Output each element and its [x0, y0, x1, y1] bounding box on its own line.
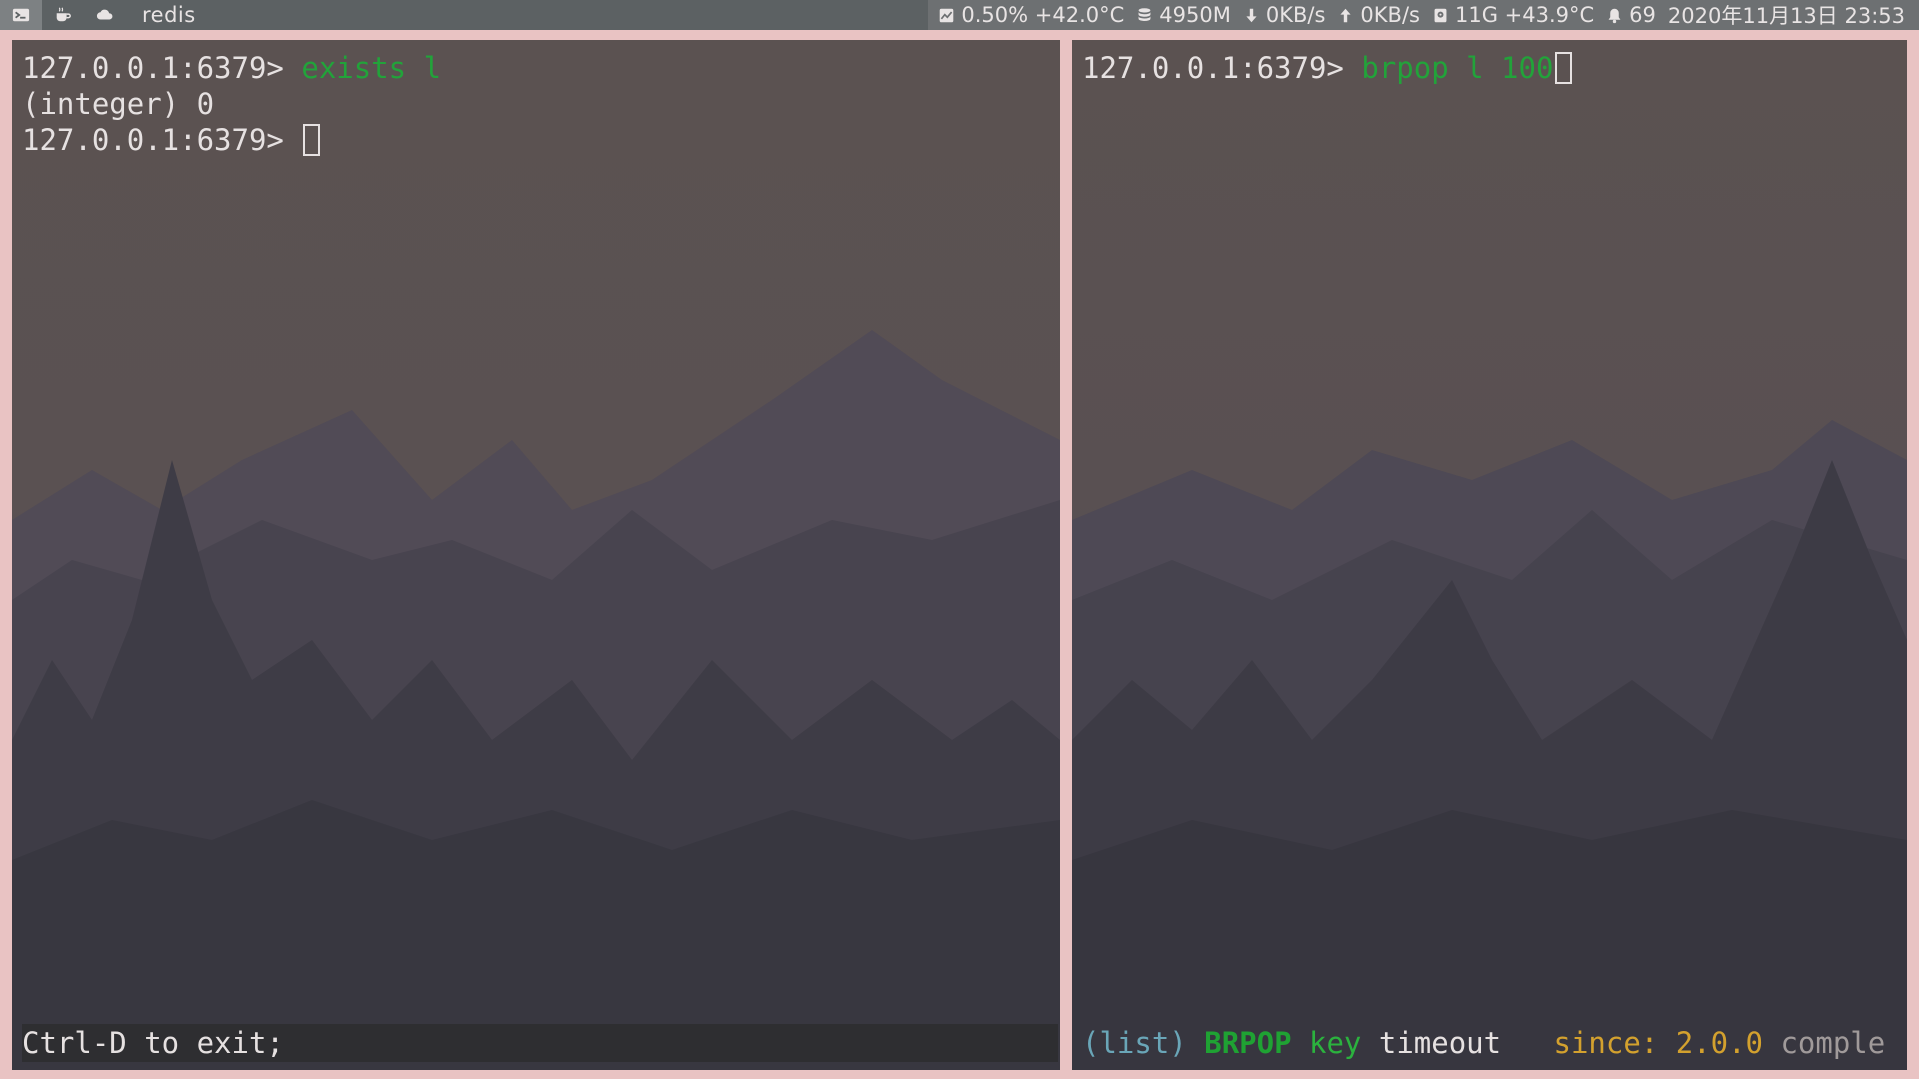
disk-status: 11G +43.9°C: [1432, 3, 1594, 27]
hint-bar-left: Ctrl-D to exit;: [22, 1024, 1058, 1062]
workspace-2[interactable]: [42, 0, 84, 30]
terminal-line: (integer) 0: [22, 86, 441, 122]
terminal-output-left: 127.0.0.1:6379> exists l (integer) 0 127.0…: [22, 50, 441, 158]
command-hint-bar: (list) BRPOP key timeout since: 2.0.0 co…: [1082, 1024, 1907, 1062]
cloud-icon: [96, 9, 113, 20]
prompt: 127.0.0.1:6379>: [1082, 51, 1362, 85]
command-output: (integer) 0: [22, 87, 215, 121]
datetime-text: 2020年11月13日 23:53: [1667, 4, 1905, 28]
net-up-text: 0KB/s: [1360, 3, 1420, 27]
coffee-icon: [56, 7, 71, 22]
memory-status: 4950M: [1136, 3, 1231, 27]
terminal-line[interactable]: 127.0.0.1:6379> brpop l 100: [1082, 50, 1573, 86]
system-tray: 0.50% +42.0°C 4950M 0KB/s 0KB/s 11G +43.…: [928, 0, 1919, 30]
hint-group-text: comple: [1780, 1026, 1886, 1060]
window-title: redis: [142, 3, 196, 27]
text-cursor: [303, 124, 321, 156]
memory-text: 4950M: [1159, 3, 1231, 27]
arrow-down-icon: [1246, 8, 1257, 22]
terminal-line: 127.0.0.1:6379> exists l: [22, 50, 441, 86]
clock[interactable]: 2020年11月13日 23:53: [1668, 0, 1905, 30]
command-input[interactable]: brpop l 100: [1361, 51, 1553, 85]
command-text: exists l: [301, 51, 442, 85]
workspace-3[interactable]: [84, 0, 126, 30]
hint-arg-timeout: timeout: [1378, 1026, 1502, 1060]
net-down-status: 0KB/s: [1243, 3, 1326, 27]
top-status-bar: redis 0.50% +42.0°C 4950M 0KB/s 0KB/s 11…: [0, 0, 1919, 30]
terminal-pane-left[interactable]: 127.0.0.1:6379> exists l (integer) 0 127.0…: [12, 40, 1060, 1070]
bell-icon: [1608, 8, 1621, 23]
wallpaper-background: [12, 40, 1060, 1070]
workspace-1[interactable]: [0, 0, 42, 30]
database-icon: [1138, 7, 1151, 21]
terminal-output-right: 127.0.0.1:6379> brpop l 100: [1082, 50, 1573, 86]
net-down-text: 0KB/s: [1265, 3, 1326, 27]
hint-text: Ctrl-D to exit;: [22, 1026, 284, 1060]
hint-group: (list): [1082, 1026, 1187, 1060]
notification-status[interactable]: 69: [1606, 3, 1656, 27]
hint-command: BRPOP: [1204, 1026, 1292, 1060]
arrow-up-icon: [1340, 8, 1352, 22]
hint-arg-key: key: [1309, 1026, 1362, 1060]
cpu-chart-icon: [940, 8, 954, 22]
terminal-line[interactable]: 127.0.0.1:6379>: [22, 122, 441, 158]
net-up-status: 0KB/s: [1337, 3, 1420, 27]
cpu-text: 0.50% +42.0°C: [961, 3, 1125, 27]
terminal-pane-right[interactable]: 127.0.0.1:6379> brpop l 100 (list) BRPOP…: [1072, 40, 1907, 1070]
terminal-icon: [12, 8, 30, 22]
cpu-status: 0.50% +42.0°C: [938, 3, 1124, 27]
hint-since: since: 2.0.0: [1553, 1026, 1763, 1060]
disk-text: 11G +43.9°C: [1454, 3, 1595, 27]
prompt: 127.0.0.1:6379>: [22, 51, 302, 85]
notification-count: 69: [1629, 3, 1656, 27]
wallpaper-background: [1072, 40, 1907, 1070]
text-cursor: [1555, 52, 1573, 84]
disk-icon: [1434, 8, 1447, 22]
prompt: 127.0.0.1:6379>: [22, 123, 302, 157]
